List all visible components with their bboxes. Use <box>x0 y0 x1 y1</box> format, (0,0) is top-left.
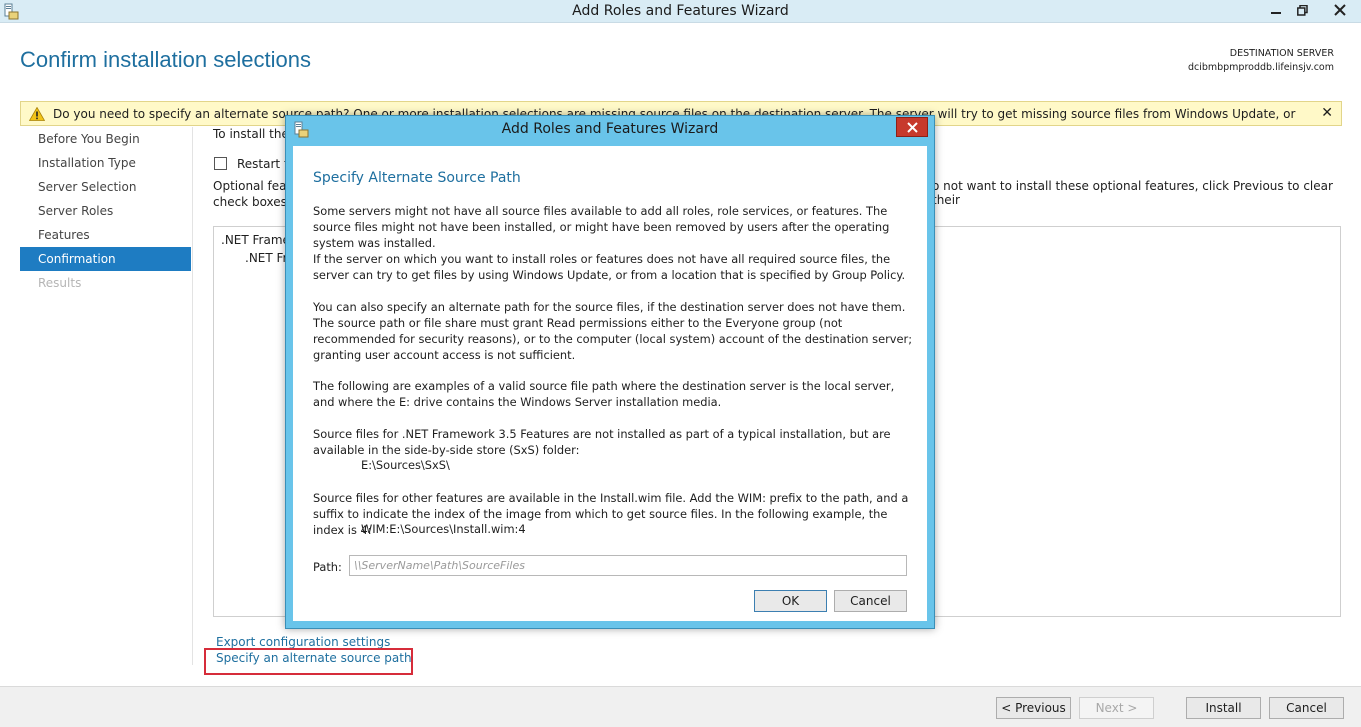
install-instruction: To install the <box>213 127 289 141</box>
wizard-button-bar <box>0 686 1361 727</box>
minimize-icon <box>1270 12 1281 14</box>
ok-button[interactable]: OK <box>754 590 827 612</box>
minimize-button[interactable] <box>1262 0 1289 20</box>
destination-server-name: dcibmbpmproddb.lifeinsjv.com <box>1187 62 1334 73</box>
close-icon <box>906 121 918 133</box>
nav-item-server-roles[interactable]: Server Roles <box>20 199 191 223</box>
restore-button[interactable] <box>1289 0 1316 20</box>
nav-item-features[interactable]: Features <box>20 223 191 247</box>
restore-icon <box>1297 4 1308 16</box>
close-icon <box>1333 4 1346 16</box>
nav-item-results: Results <box>38 276 82 290</box>
destination-server-label: DESTINATION SERVER <box>1229 48 1334 59</box>
path-label: Path: <box>313 560 342 574</box>
nav-item-installation-type[interactable]: Installation Type <box>20 151 191 175</box>
window-title: Add Roles and Features Wizard <box>572 3 789 19</box>
path-input[interactable] <box>349 555 907 576</box>
window-titlebar: Add Roles and Features Wizard <box>0 0 1361 23</box>
next-button: Next > <box>1079 697 1154 719</box>
dialog-paragraph-5: Source files for .NET Framework 3.5 Feat… <box>313 427 891 457</box>
wizard-steps-nav: Before You Begin Installation Type Serve… <box>20 127 191 295</box>
dialog-close-button[interactable] <box>896 117 928 137</box>
dialog-paragraph-1: Some servers might not have all source f… <box>313 204 890 250</box>
link-highlight-box <box>204 648 413 675</box>
dialog-paragraph-4: The following are examples of a valid so… <box>313 379 895 409</box>
cancel-button[interactable]: Cancel <box>1269 697 1344 719</box>
optional-features-text-right: o not want to install these optional fea… <box>932 179 1333 207</box>
page-title: Confirm installation selections <box>20 47 312 72</box>
window-close-button[interactable] <box>1318 0 1361 20</box>
nav-divider <box>192 127 193 665</box>
export-configuration-link[interactable]: Export configuration settings <box>216 635 390 649</box>
sxs-path-example: E:\Sources\SxS\ <box>361 458 450 472</box>
nav-item-server-selection[interactable]: Server Selection <box>20 175 191 199</box>
nav-item-confirmation[interactable]: Confirmation <box>20 247 191 271</box>
dialog-paragraph-3: You can also specify an alternate path f… <box>313 300 913 362</box>
warning-icon <box>29 106 45 121</box>
dialog-heading: Specify Alternate Source Path <box>313 170 521 186</box>
dialog-title: Add Roles and Features Wizard <box>501 121 719 137</box>
check-boxes-text: check boxes. <box>213 195 291 209</box>
restart-checkbox[interactable] <box>214 157 227 170</box>
install-button[interactable]: Install <box>1186 697 1261 719</box>
warning-close-icon[interactable]: ✕ <box>1321 105 1333 121</box>
dialog-cancel-button[interactable]: Cancel <box>834 590 907 612</box>
dialog-body: Specify Alternate Source Path Some serve… <box>293 146 927 621</box>
alternate-source-dialog: Add Roles and Features Wizard Specify Al… <box>285 115 935 629</box>
wim-path-example: WIM:E:\Sources\Install.wim:4 <box>361 522 526 536</box>
nav-item-before-you-begin[interactable]: Before You Begin <box>20 127 191 151</box>
previous-button[interactable]: < Previous <box>996 697 1071 719</box>
dialog-paragraph-2: If the server on which you want to insta… <box>313 252 906 282</box>
